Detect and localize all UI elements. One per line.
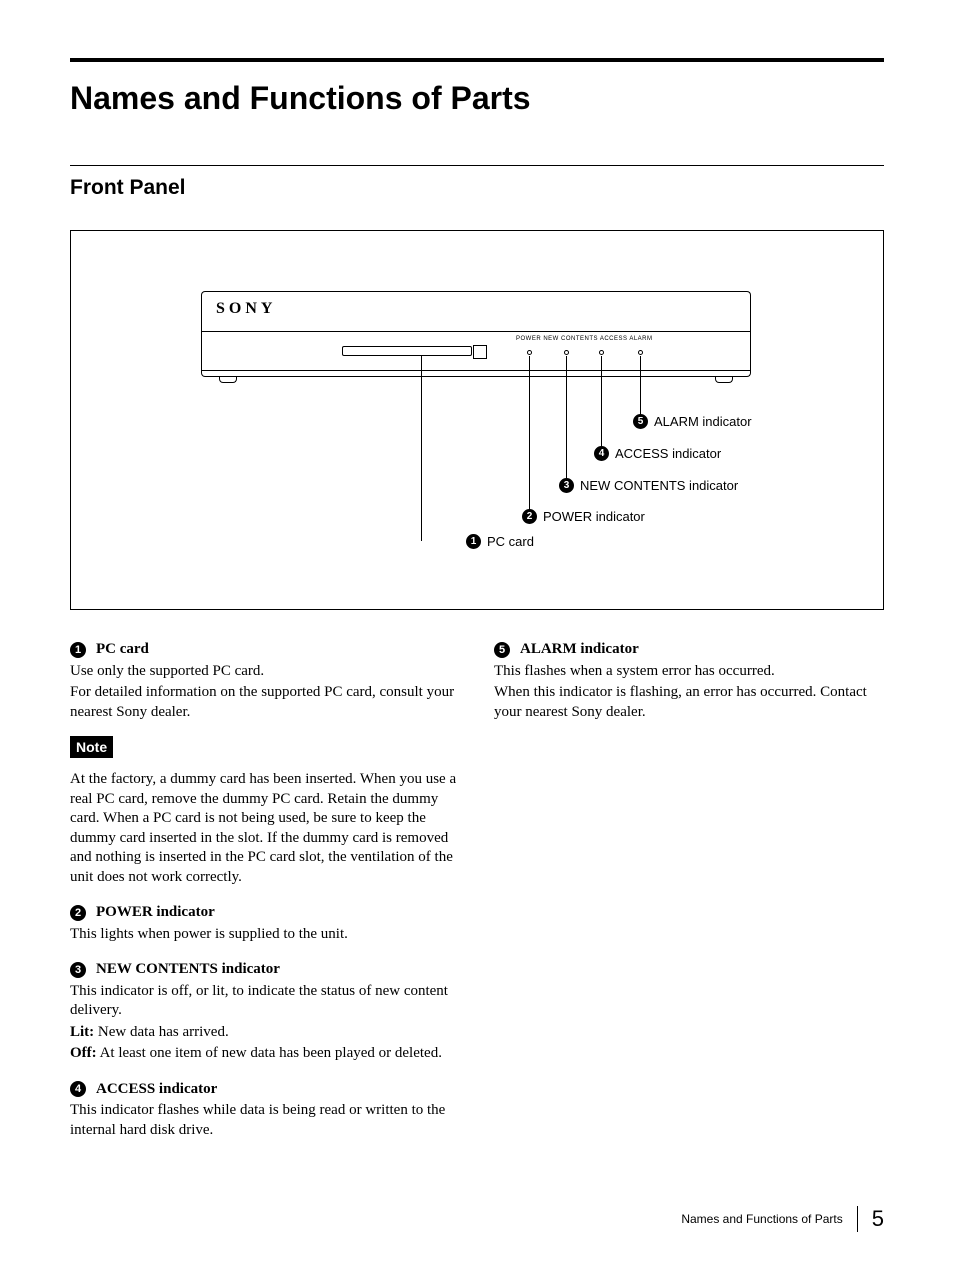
- footer-page-number: 5: [872, 1206, 884, 1232]
- item-3-off: Off: At least one item of new data has b…: [70, 1044, 460, 1064]
- item-5-head: 5 ALARM indicator: [494, 640, 884, 660]
- lead-line-1: [421, 356, 422, 541]
- callout-num-1: 1: [466, 534, 481, 549]
- callout-text-2: POWER indicator: [543, 509, 645, 524]
- item-4-title: ACCESS indicator: [96, 1080, 217, 1100]
- footer-section-name: Names and Functions of Parts: [681, 1212, 842, 1226]
- callout-num-3: 3: [559, 478, 574, 493]
- lit-text: New data has arrived.: [94, 1024, 229, 1040]
- item-3-lit: Lit: New data has arrived.: [70, 1023, 460, 1043]
- left-column: 1 PC card Use only the supported PC card…: [70, 634, 460, 1140]
- item-1-num: 1: [70, 642, 86, 658]
- foot-left-icon: [219, 377, 237, 383]
- item-1-p2: For detailed information on the supporte…: [70, 683, 460, 722]
- page-footer: Names and Functions of Parts 5: [681, 1206, 884, 1232]
- item-5-p1: This flashes when a system error has occ…: [494, 662, 884, 682]
- callout-text-5: ALARM indicator: [654, 414, 752, 429]
- access-led-icon: [599, 350, 604, 355]
- lead-line-5: [640, 356, 641, 422]
- device-front-panel: POWER NEW CONTENTS ACCESS ALARM: [201, 331, 751, 371]
- callout-num-2: 2: [522, 509, 537, 524]
- callout-text-4: ACCESS indicator: [615, 446, 721, 461]
- callout-5: 5 ALARM indicator: [633, 414, 752, 429]
- alarm-led-icon: [638, 350, 643, 355]
- item-1-title: PC card: [96, 640, 149, 660]
- item-4-num: 4: [70, 1081, 86, 1097]
- lead-line-4: [601, 356, 602, 454]
- lit-label: Lit:: [70, 1024, 94, 1040]
- new-contents-led-icon: [564, 350, 569, 355]
- item-3-num: 3: [70, 962, 86, 978]
- item-2-head: 2 POWER indicator: [70, 903, 460, 923]
- right-column: 5 ALARM indicator This flashes when a sy…: [494, 634, 884, 1140]
- callout-text-1: PC card: [487, 534, 534, 549]
- diagram-frame: SONY POWER NEW CONTENTS ACCESS ALARM 5 A…: [70, 230, 884, 610]
- callout-num-5: 5: [633, 414, 648, 429]
- callout-4: 4 ACCESS indicator: [594, 446, 721, 461]
- indicator-tiny-labels: POWER NEW CONTENTS ACCESS ALARM: [516, 336, 653, 342]
- item-5-title: ALARM indicator: [520, 640, 639, 660]
- item-4-head: 4 ACCESS indicator: [70, 1080, 460, 1100]
- item-2-title: POWER indicator: [96, 903, 215, 923]
- device-illustration: SONY POWER NEW CONTENTS ACCESS ALARM: [201, 291, 751, 385]
- item-2-p1: This lights when power is supplied to th…: [70, 925, 460, 945]
- device-feet: [201, 377, 751, 385]
- power-led-icon: [527, 350, 532, 355]
- callout-2: 2 POWER indicator: [522, 509, 645, 524]
- item-1-head: 1 PC card: [70, 640, 460, 660]
- note-label: Note: [70, 736, 113, 758]
- callout-1: 1 PC card: [466, 534, 534, 549]
- callout-num-4: 4: [594, 446, 609, 461]
- callout-text-3: NEW CONTENTS indicator: [580, 478, 738, 493]
- description-columns: 1 PC card Use only the supported PC card…: [70, 634, 884, 1140]
- footer-divider: [857, 1206, 858, 1232]
- item-3-title: NEW CONTENTS indicator: [96, 960, 280, 980]
- item-3-p1: This indicator is off, or lit, to indica…: [70, 982, 460, 1021]
- top-rule: [70, 58, 884, 62]
- item-2-num: 2: [70, 905, 86, 921]
- note-body: At the factory, a dummy card has been in…: [70, 770, 460, 887]
- item-5-num: 5: [494, 642, 510, 658]
- page-title: Names and Functions of Parts: [70, 80, 884, 117]
- item-1-p1: Use only the supported PC card.: [70, 662, 460, 682]
- callout-3: 3 NEW CONTENTS indicator: [559, 478, 738, 493]
- item-5-p2: When this indicator is flashing, an erro…: [494, 683, 884, 722]
- brand-logo: SONY: [216, 300, 276, 317]
- section-title: Front Panel: [70, 176, 884, 200]
- off-text: At least one item of new data has been p…: [97, 1045, 442, 1061]
- foot-right-icon: [715, 377, 733, 383]
- lead-line-2: [529, 356, 530, 516]
- item-4-p1: This indicator flashes while data is bei…: [70, 1101, 460, 1140]
- section-rule: [70, 165, 884, 166]
- device-top-panel: SONY: [201, 291, 751, 331]
- pc-card-slot-icon: [342, 346, 472, 356]
- item-3-head: 3 NEW CONTENTS indicator: [70, 960, 460, 980]
- off-label: Off:: [70, 1045, 97, 1061]
- lead-line-3: [566, 356, 567, 486]
